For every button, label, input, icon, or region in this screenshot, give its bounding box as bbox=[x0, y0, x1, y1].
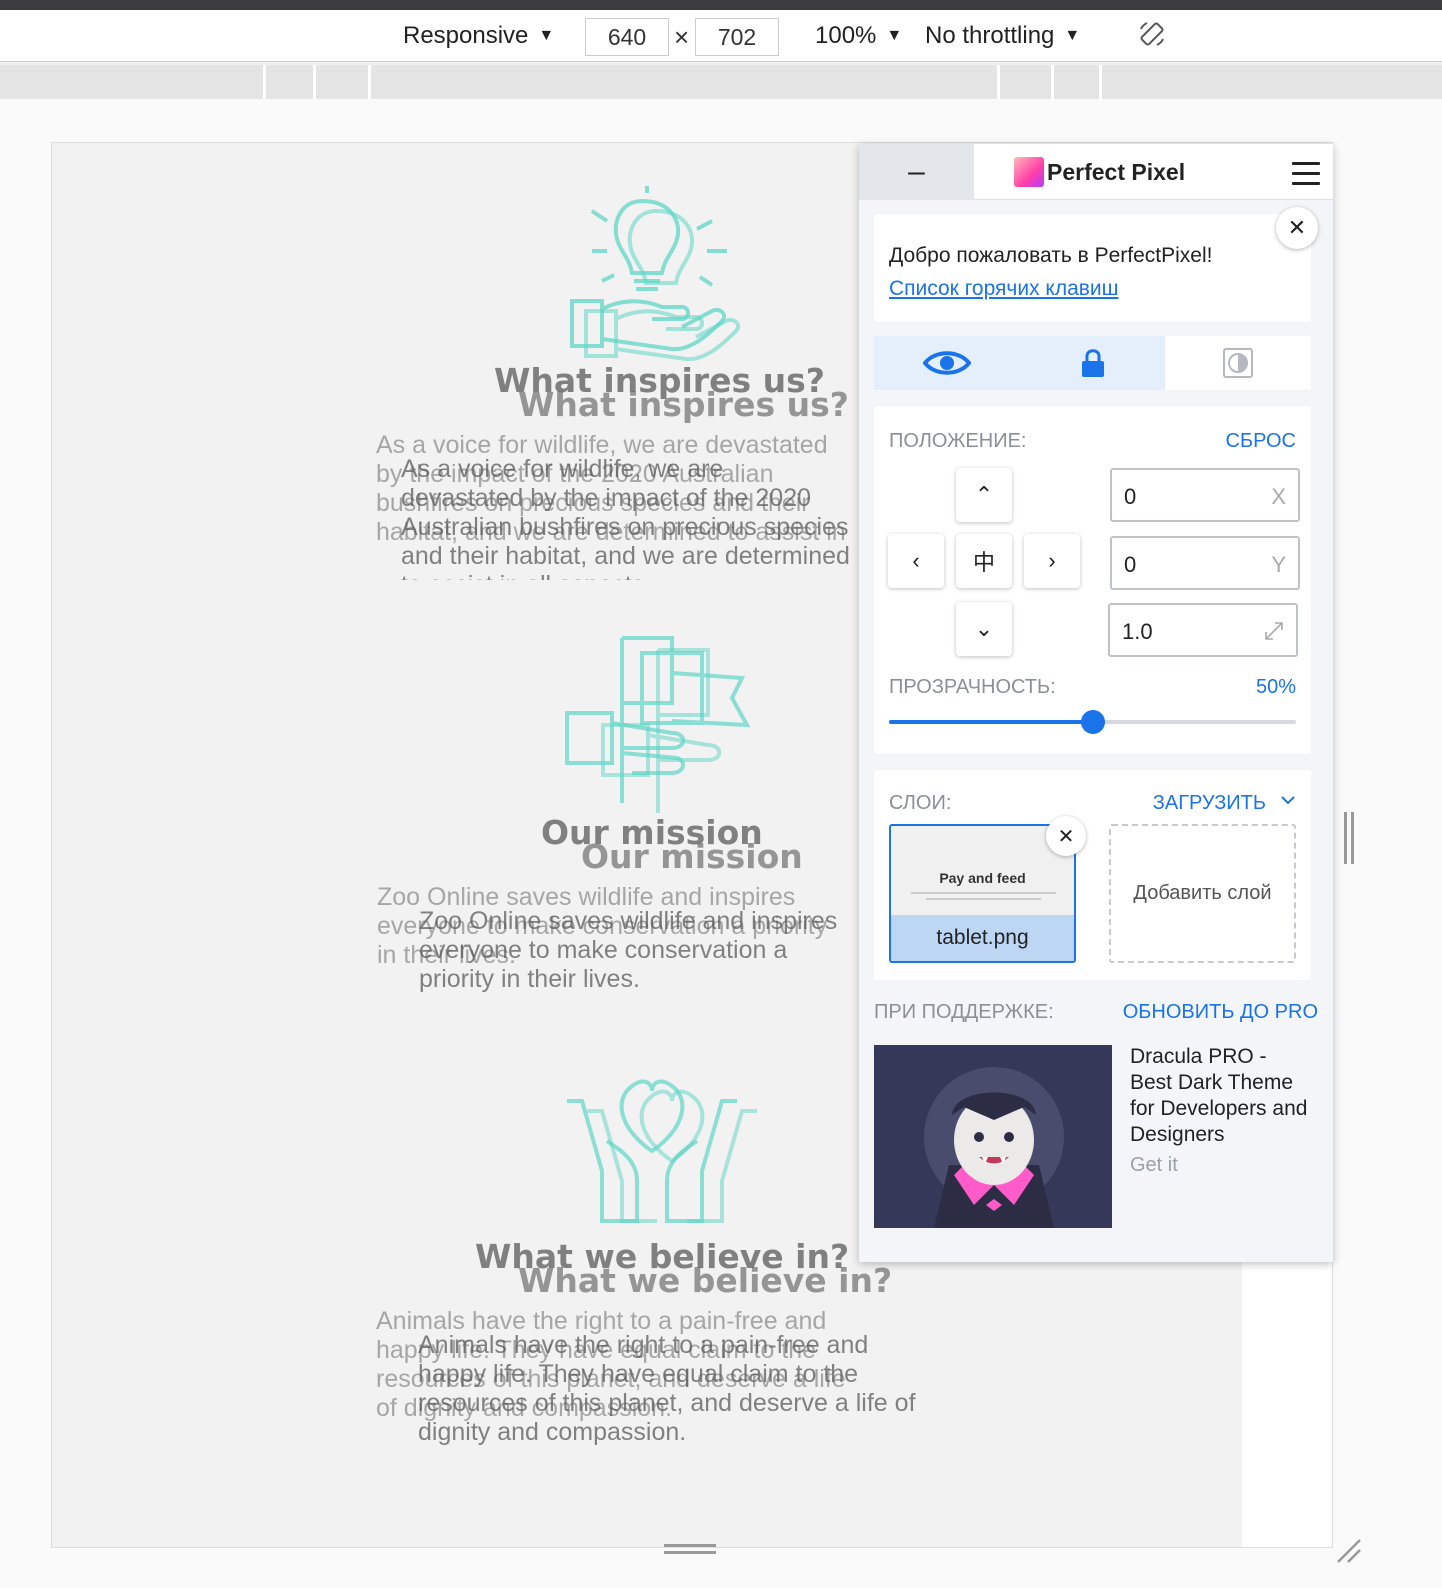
section-title-overlay: What inspires us? bbox=[518, 385, 849, 424]
height-input[interactable]: 702 bbox=[695, 18, 779, 56]
x-offset-field[interactable]: 0 X bbox=[1110, 468, 1300, 522]
remove-layer-icon[interactable]: ✕ bbox=[1046, 816, 1086, 856]
caret-down-icon: ▼ bbox=[1064, 27, 1081, 44]
zoom-label: 100% bbox=[815, 22, 877, 49]
browser-top-strip bbox=[0, 0, 1442, 10]
thumbnail-line bbox=[911, 892, 1056, 894]
caret-down-icon: ▼ bbox=[886, 27, 903, 44]
perfect-pixel-logo bbox=[1014, 157, 1044, 187]
sponsor-label: ПРИ ПОДДЕРЖКЕ: bbox=[874, 1001, 1054, 1023]
ad-cta[interactable]: Get it bbox=[1130, 1154, 1178, 1177]
y-suffix: Y bbox=[1271, 552, 1286, 577]
position-label: ПОЛОЖЕНИЕ: bbox=[889, 430, 1027, 452]
move-up-button[interactable]: ⌃ bbox=[956, 468, 1012, 522]
visibility-toggle[interactable] bbox=[874, 336, 1020, 390]
y-offset-field[interactable]: 0 Y bbox=[1110, 536, 1300, 590]
y-value: 0 bbox=[1124, 552, 1137, 577]
scale-value: 1.0 bbox=[1122, 619, 1153, 644]
opacity-slider-fill bbox=[889, 720, 1093, 724]
move-down-button[interactable]: ⌄ bbox=[956, 602, 1012, 656]
lock-icon bbox=[1081, 349, 1104, 377]
panel-title: Perfect Pixel bbox=[1047, 159, 1186, 185]
rotate-icon[interactable] bbox=[1138, 20, 1166, 48]
zoom-select[interactable]: 100% ▼ bbox=[815, 10, 902, 62]
throttling-label: No throttling bbox=[925, 22, 1055, 49]
layers-label: СЛОИ: bbox=[889, 792, 952, 814]
ruler-divider bbox=[1099, 65, 1102, 99]
position-card: ПОЛОЖЕНИЕ: СБРОС ⌃ ‹ 中 › ⌄ 0 X 0 Y 1.0 П… bbox=[874, 406, 1311, 754]
bottom-resize-handle[interactable] bbox=[664, 1544, 716, 1556]
throttling-select[interactable]: No throttling ▼ bbox=[925, 10, 1080, 62]
ad-title[interactable]: Dracula PRO - Best Dark Theme for Develo… bbox=[1130, 1044, 1310, 1148]
device-label: Responsive bbox=[403, 22, 529, 49]
move-left-button[interactable]: ‹ bbox=[888, 534, 944, 588]
x-suffix: X bbox=[1271, 484, 1286, 509]
ruler-divider bbox=[313, 65, 316, 99]
upgrade-link[interactable]: ОБНОВИТЬ ДО PRO bbox=[1123, 1001, 1318, 1024]
welcome-card: Добро пожаловать в PerfectPixel! Список … bbox=[874, 207, 1318, 322]
x-value: 0 bbox=[1124, 484, 1137, 509]
ruler-divider bbox=[1051, 65, 1054, 99]
section-text-overlay: Animals have the right to a pain-free an… bbox=[418, 1331, 916, 1446]
media-query-bar[interactable] bbox=[0, 65, 1442, 99]
section-title-overlay: What we believe in? bbox=[518, 1261, 893, 1300]
center-button[interactable]: 中 bbox=[956, 534, 1012, 588]
thumbnail-heading: Pay and feed bbox=[939, 870, 1026, 886]
device-select[interactable]: Responsive ▼ bbox=[403, 10, 554, 62]
opacity-slider-knob[interactable] bbox=[1080, 710, 1105, 734]
resize-icon bbox=[1265, 622, 1283, 640]
hamburger-menu-icon[interactable] bbox=[1292, 162, 1320, 185]
ruler-divider bbox=[263, 65, 266, 99]
times-icon: × bbox=[674, 22, 690, 52]
width-input[interactable]: 640 bbox=[585, 18, 669, 56]
lightbulb-hand-icon bbox=[570, 186, 741, 361]
ruler-divider bbox=[368, 65, 371, 99]
eye-icon bbox=[922, 351, 971, 375]
move-right-button[interactable]: › bbox=[1024, 534, 1080, 588]
thumbnail-line bbox=[926, 898, 1041, 900]
layers-card: СЛОИ: ЗАГРУЗИТЬ Pay and feed tablet.png … bbox=[874, 770, 1311, 980]
dracula-ad-image[interactable] bbox=[874, 1045, 1112, 1228]
section-text-overlay: As a voice for wildlife, we are devastat… bbox=[401, 455, 850, 580]
close-icon[interactable]: ✕ bbox=[1276, 207, 1318, 249]
device-toolbar: Responsive ▼ 640 × 702 100% ▼ No throttl… bbox=[0, 10, 1442, 62]
section-title-overlay: Our mission bbox=[581, 837, 803, 876]
lock-toggle[interactable] bbox=[1019, 336, 1166, 390]
opacity-slider[interactable] bbox=[889, 710, 1296, 734]
flags-hand-icon bbox=[565, 636, 751, 813]
chevron-down-icon[interactable] bbox=[1280, 794, 1296, 806]
upload-button[interactable]: ЗАГРУЗИТЬ bbox=[1153, 792, 1266, 815]
add-layer-button[interactable]: Добавить слой bbox=[1109, 824, 1296, 963]
mode-toggles bbox=[874, 336, 1311, 390]
hearts-hands-icon bbox=[567, 1079, 757, 1223]
welcome-text: Добро пожаловать в PerfectPixel! bbox=[889, 244, 1213, 267]
reset-button[interactable]: СБРОС bbox=[1226, 430, 1296, 453]
minimize-button[interactable]: – bbox=[859, 144, 974, 200]
layer-filename: tablet.png bbox=[891, 915, 1074, 961]
dracula-illustration bbox=[924, 1067, 1064, 1228]
contrast-icon bbox=[1223, 348, 1254, 378]
corner-resize-grip-icon[interactable] bbox=[1336, 1538, 1362, 1564]
invert-toggle[interactable] bbox=[1165, 336, 1311, 390]
panel-header: – Perfect Pixel bbox=[859, 144, 1333, 200]
section-text-overlay: Zoo Online saves wildlife and inspires e… bbox=[419, 907, 838, 993]
hotkeys-link[interactable]: Список горячих клавиш bbox=[889, 277, 1119, 301]
opacity-value: 50% bbox=[1255, 676, 1296, 698]
side-resize-handle[interactable] bbox=[1344, 812, 1354, 864]
perfect-pixel-panel: – Perfect Pixel Добро пожаловать в Perfe… bbox=[859, 144, 1333, 1262]
opacity-label: ПРОЗРАЧНОСТЬ: bbox=[889, 676, 1056, 698]
scale-field[interactable]: 1.0 bbox=[1108, 603, 1298, 657]
caret-down-icon: ▼ bbox=[538, 27, 555, 44]
ruler-divider bbox=[997, 65, 1000, 99]
overlay-edge bbox=[1242, 1243, 1332, 1547]
